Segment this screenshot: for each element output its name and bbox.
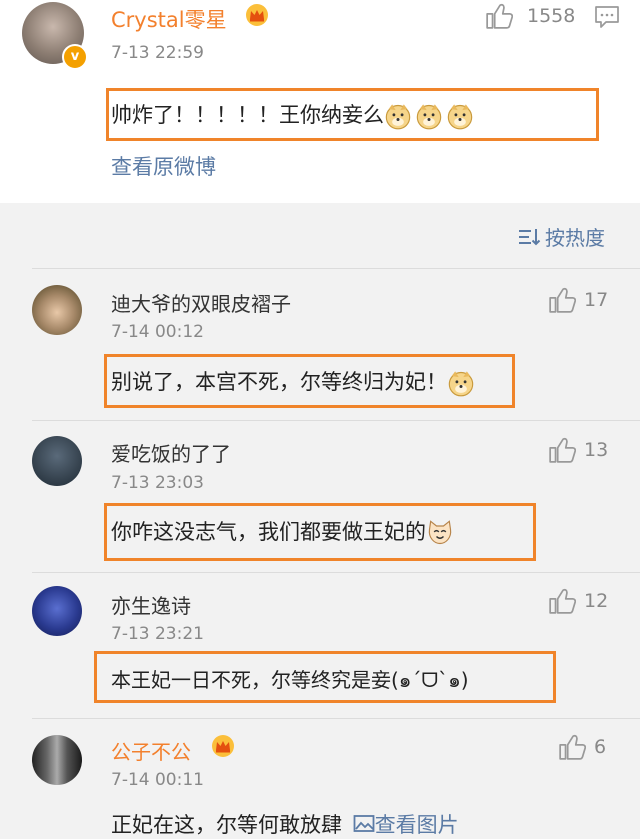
- username[interactable]: 亦生逸诗: [111, 590, 191, 619]
- comment-text: 别说了，本宫不死，尔等终归为妃！: [111, 366, 475, 397]
- reply-time: 7-13 23:21: [111, 624, 204, 644]
- sort-by-hot-button[interactable]: 按热度: [517, 222, 605, 251]
- thumb-up-icon: [485, 2, 513, 30]
- divider: [32, 572, 640, 573]
- comment-text: 本王妃一日不死，尔等终究是妾(๑´ᗜ`๑): [111, 668, 469, 692]
- username[interactable]: 爱吃饭的了了: [111, 438, 231, 467]
- like-button[interactable]: 12: [548, 587, 608, 615]
- thumb-up-icon: [548, 587, 576, 615]
- thumb-up-icon: [548, 436, 576, 464]
- like-button[interactable]: 13: [548, 436, 608, 464]
- comment-text: 帅炸了！！！！！王你纳妾么: [111, 99, 474, 130]
- image-icon: [353, 815, 375, 832]
- view-original-link[interactable]: 查看原微博: [111, 151, 216, 181]
- main-post: v Crystal零星 7-13 22:59 1558 帅炸了！！！！！王你纳妾…: [0, 0, 640, 203]
- sort-label: 按热度: [545, 226, 605, 250]
- username[interactable]: Crystal零星: [111, 4, 227, 34]
- reply-time: 7-14 00:12: [111, 322, 204, 342]
- comment-text: 你咋这没志气，我们都要做王妃的: [111, 516, 454, 547]
- like-button[interactable]: 1558: [485, 2, 575, 30]
- username[interactable]: 公子不公: [111, 736, 191, 765]
- avatar[interactable]: [32, 586, 82, 636]
- post-time: 7-13 22:59: [111, 43, 204, 63]
- divider: [32, 268, 640, 269]
- avatar[interactable]: [32, 735, 82, 785]
- like-count: 12: [584, 590, 609, 612]
- divider: [32, 718, 640, 719]
- like-count: 13: [584, 439, 609, 461]
- view-image-link[interactable]: 查看图片: [353, 813, 459, 837]
- comment-text: 正妃在这，尔等何敢放肆 查看图片: [111, 813, 459, 837]
- reply-time: 7-14 00:11: [111, 770, 204, 790]
- like-button[interactable]: 17: [548, 286, 608, 314]
- like-button[interactable]: 6: [558, 733, 606, 761]
- reply-time: 7-13 23:03: [111, 473, 204, 493]
- thumb-up-icon: [558, 733, 586, 761]
- like-count: 17: [584, 289, 609, 311]
- vip-crown-icon: [244, 3, 270, 27]
- doge-emoji: [447, 369, 475, 397]
- username[interactable]: 迪大爷的双眼皮褶子: [111, 288, 291, 317]
- doge-emoji: [446, 102, 474, 130]
- avatar[interactable]: [32, 436, 82, 486]
- verified-badge-icon: v: [62, 44, 88, 70]
- like-count: 1558: [527, 5, 576, 27]
- divider: [32, 420, 640, 421]
- avatar[interactable]: [32, 285, 82, 335]
- vip-crown-icon: [210, 734, 236, 758]
- thumb-up-icon: [548, 286, 576, 314]
- doge-emoji: [384, 102, 412, 130]
- cat-emoji: [426, 519, 454, 547]
- comment-icon[interactable]: [594, 5, 620, 29]
- like-count: 6: [594, 736, 607, 758]
- sort-icon: [519, 228, 541, 245]
- doge-emoji: [415, 102, 443, 130]
